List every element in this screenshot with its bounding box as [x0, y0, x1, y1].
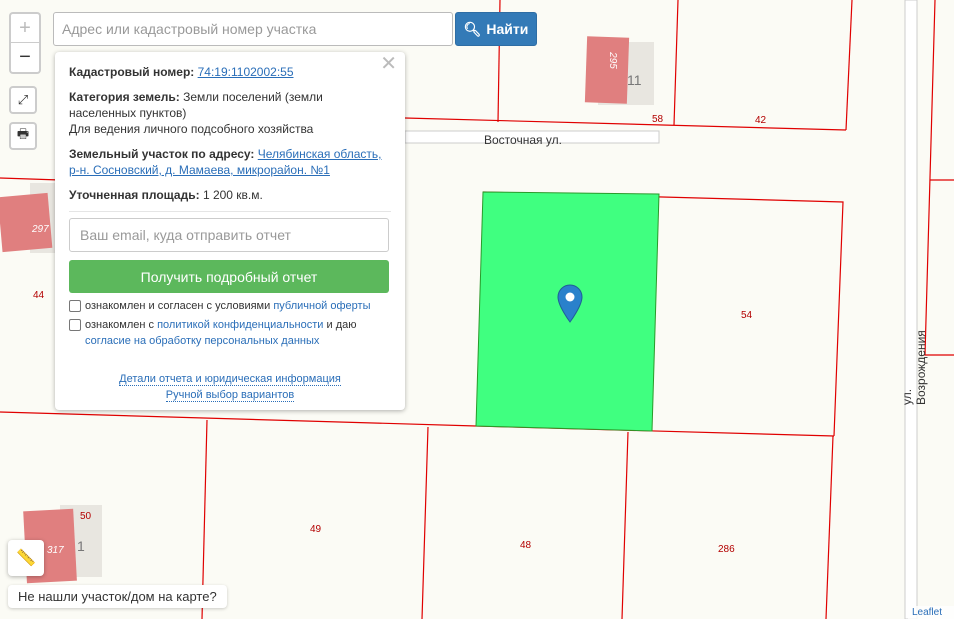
cadastral-label: Кадастровый номер:: [69, 65, 195, 79]
parcel-label: 42: [755, 115, 767, 126]
fullscreen-button[interactable]: ⤢: [9, 86, 37, 114]
offer-checkbox[interactable]: [69, 300, 81, 312]
attribution-link[interactable]: Leaflet: [907, 606, 954, 619]
building-label: 295: [606, 52, 618, 69]
road-label: Восточная ул.: [484, 133, 562, 147]
privacy-link[interactable]: политикой конфиденциальности: [157, 319, 323, 331]
privacy-checkbox[interactable]: [69, 319, 81, 331]
building-label: 317: [47, 545, 64, 556]
category-label: Категория земель:: [69, 90, 180, 104]
area-value: 1 200 кв.м.: [202, 188, 263, 202]
ruler-icon: 📏: [16, 550, 36, 567]
print-icon: 🖶: [16, 126, 30, 141]
search-input[interactable]: [53, 12, 453, 46]
search-button[interactable]: 🔍︎ Найти: [455, 12, 537, 46]
privacy-text-mid: и даю: [323, 319, 357, 331]
email-input[interactable]: [69, 218, 389, 252]
not-found-button[interactable]: Не нашли участок/дом на карте?: [8, 585, 227, 608]
privacy-text: ознакомлен с: [85, 319, 158, 331]
search-icon: 🔍︎: [463, 20, 482, 37]
offer-link[interactable]: публичной оферты: [273, 300, 370, 312]
manual-select-link[interactable]: Ручной выбор вариантов: [165, 389, 295, 402]
print-button[interactable]: 🖶: [9, 122, 37, 150]
zoom-out-button[interactable]: −: [11, 43, 39, 72]
parcel-label: 50: [80, 511, 92, 522]
parcel-label: 44: [33, 290, 45, 301]
parcel-label: 58: [652, 114, 664, 125]
expand-icon: ⤢: [17, 92, 29, 107]
parcel-popup: ✕ Кадастровый номер: 74:19:1102002:55 Ка…: [55, 52, 405, 410]
address-label: Земельный участок по адресу:: [69, 147, 255, 161]
parcel-label: 48: [520, 540, 532, 551]
parcel-label: 49: [310, 524, 322, 535]
building-label: 297: [32, 224, 49, 235]
zoom-control: + −: [9, 12, 41, 74]
measure-button[interactable]: 📏: [8, 540, 44, 576]
offer-text: ознакомлен и согласен с условиями: [85, 300, 274, 312]
parcel-label: 286: [718, 544, 735, 555]
consent-link[interactable]: согласие на обработку персональных данны…: [85, 335, 319, 347]
building-label: 1: [77, 538, 85, 554]
cadastral-number-link[interactable]: 74:19:1102002:55: [198, 65, 294, 79]
area-label: Уточненная площадь:: [69, 188, 200, 202]
close-icon[interactable]: ✕: [380, 54, 397, 74]
search-button-label: Найти: [486, 21, 529, 37]
zoom-in-button[interactable]: +: [11, 14, 39, 43]
road-label: ул. Возрождения: [900, 330, 928, 405]
details-link[interactable]: Детали отчета и юридическая информация: [119, 373, 341, 386]
get-report-button[interactable]: Получить подробный отчет: [69, 260, 389, 293]
building-label: 11: [627, 72, 642, 88]
parcel-label: 54: [741, 310, 753, 321]
divider: [69, 211, 391, 212]
usage-value: Для ведения личного подсобного хозяйства: [69, 122, 314, 136]
